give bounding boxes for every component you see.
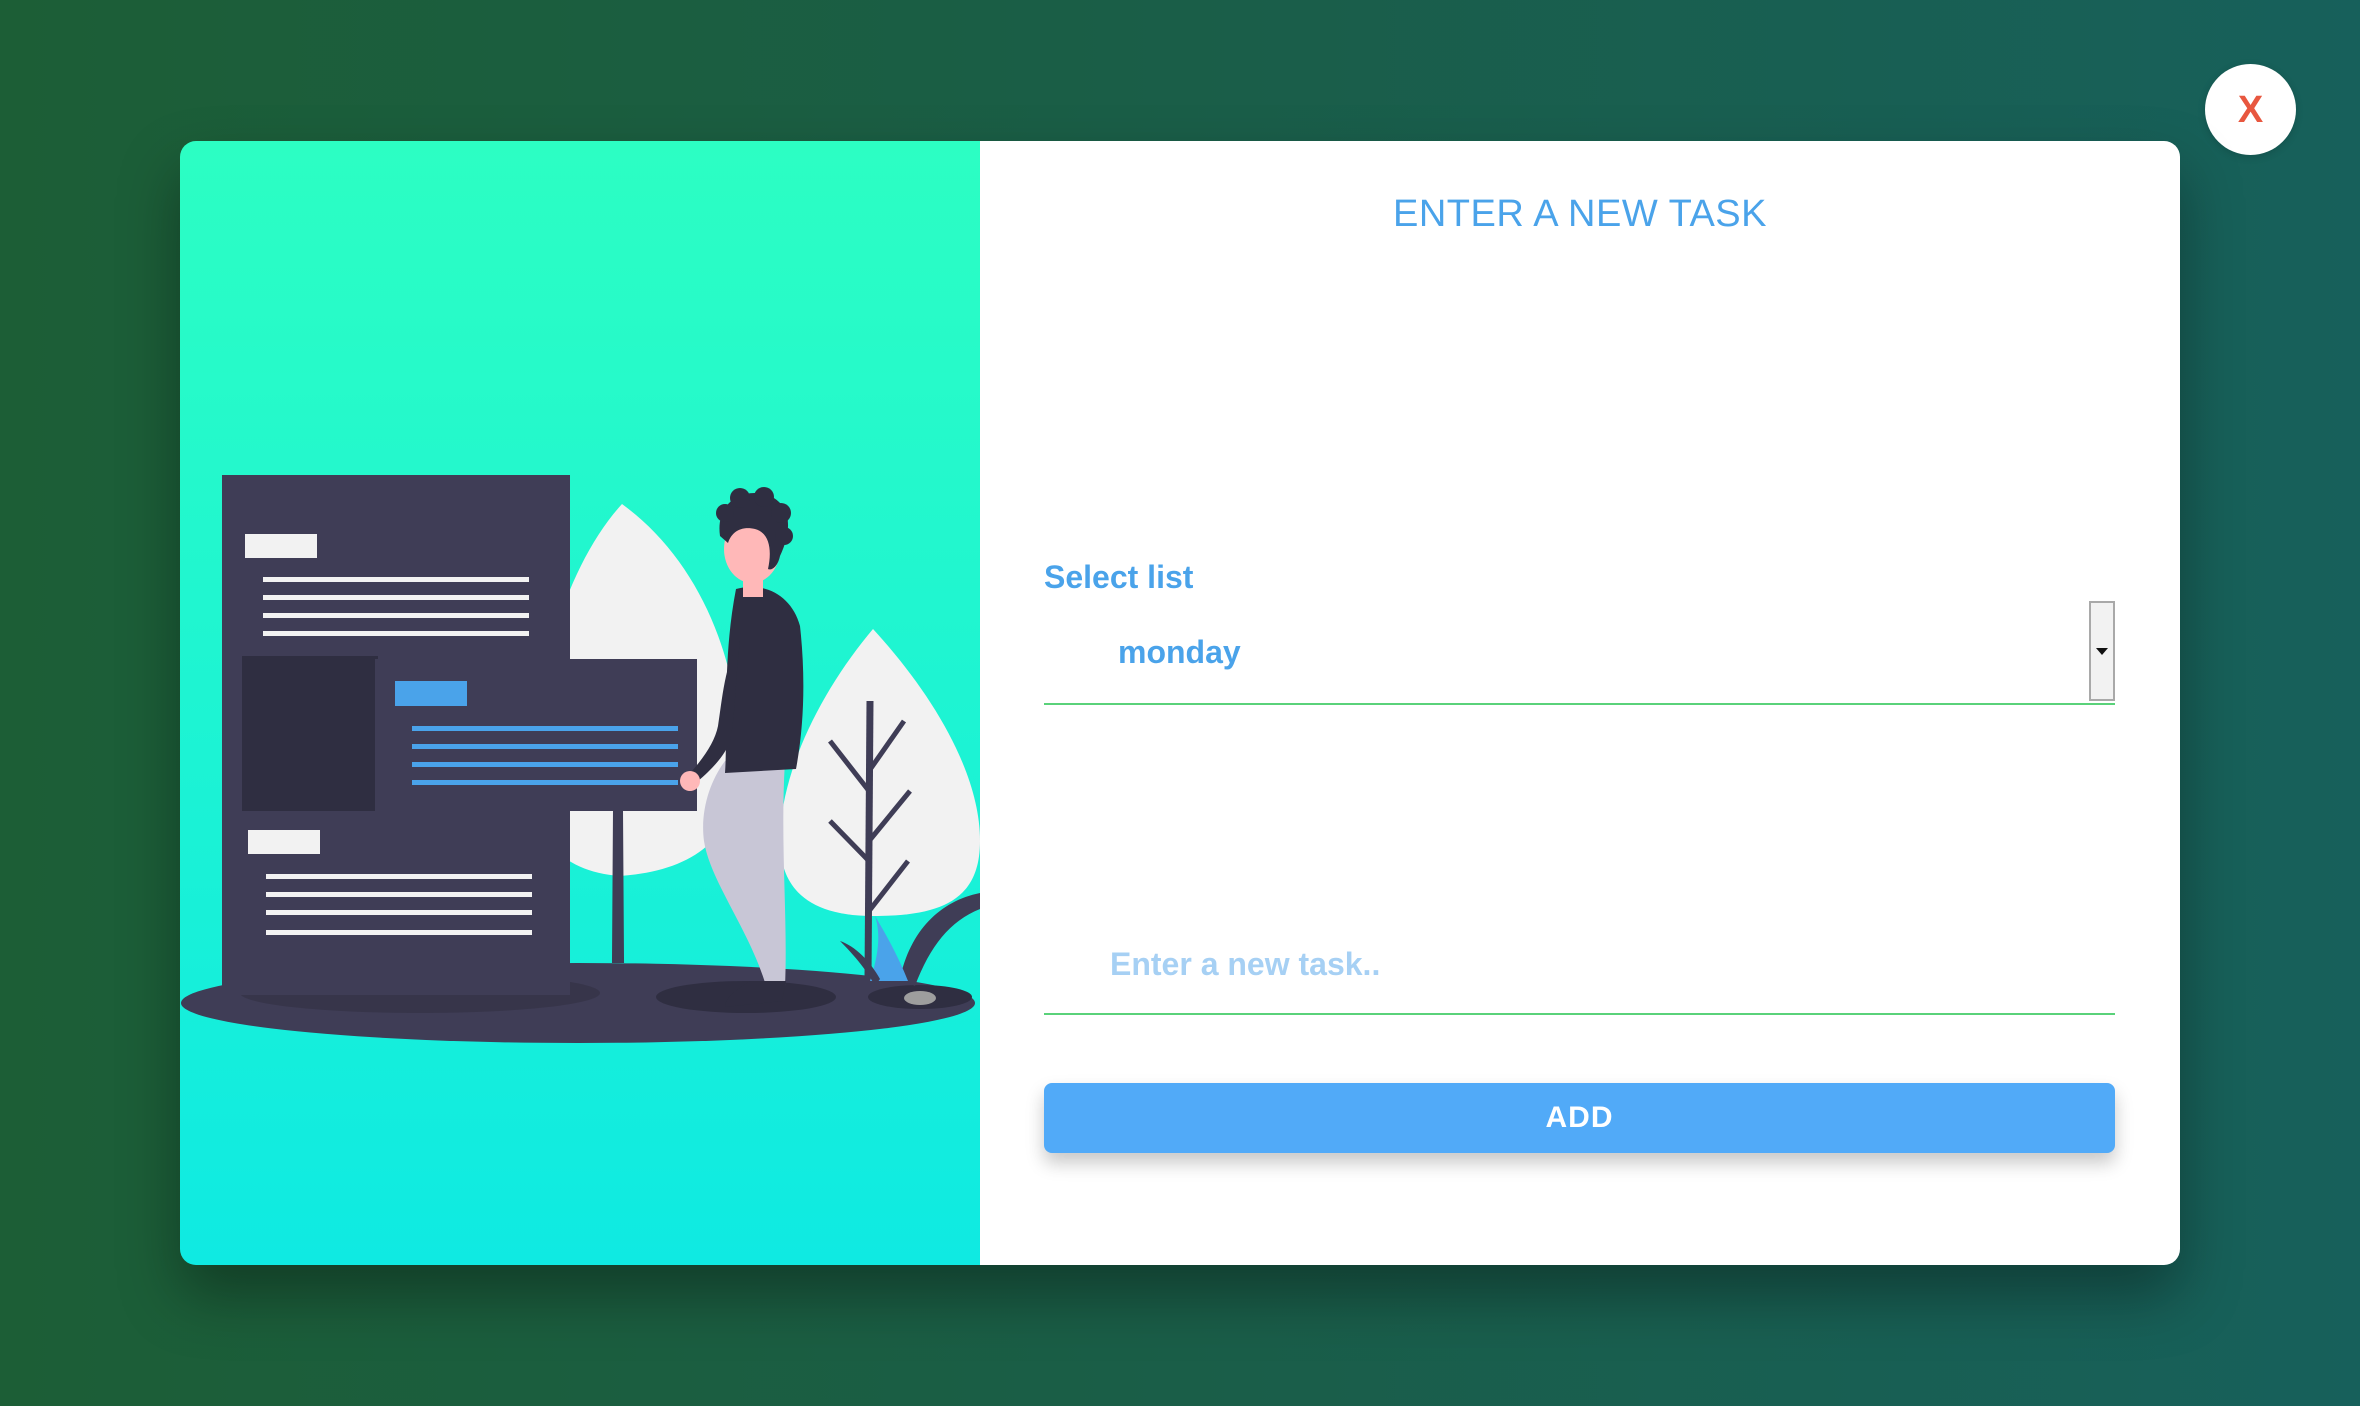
list-select[interactable]: monday — [1044, 600, 2115, 705]
selected-list-value: monday — [1118, 634, 1241, 670]
close-icon: X — [2237, 88, 2264, 131]
form-title: ENTER A NEW TASK — [1392, 193, 1767, 235]
person-with-documents-illustration — [181, 475, 980, 1043]
task-form: ENTER A NEW TASK Select list monday ADD — [980, 141, 2180, 1265]
dropdown-arrow[interactable] — [2089, 601, 2115, 701]
add-button[interactable]: ADD — [1044, 1083, 2115, 1153]
new-task-modal: ENTER A NEW TASK Select list monday ADD — [180, 141, 2180, 1265]
task-input[interactable] — [1044, 915, 2115, 1015]
close-button[interactable]: X — [2205, 64, 2296, 155]
select-list-label: Select list — [1044, 559, 1194, 595]
caret-down-icon — [2096, 647, 2108, 655]
illustration-panel — [180, 141, 980, 1265]
